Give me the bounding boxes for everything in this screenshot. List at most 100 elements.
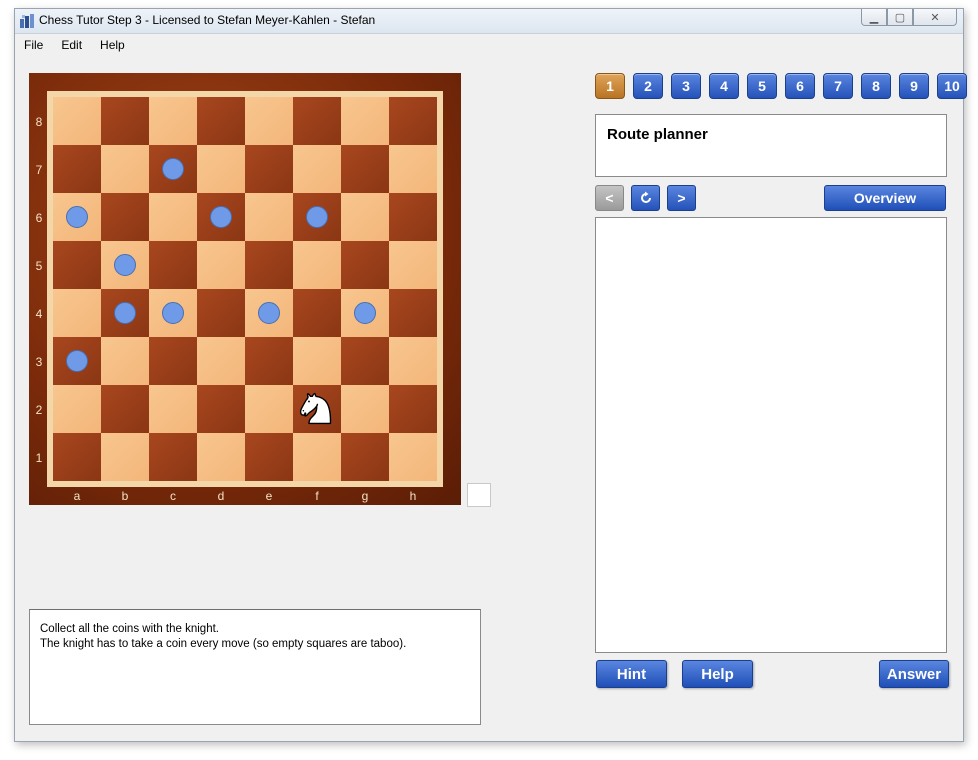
square-c7[interactable] [149, 145, 197, 193]
square-b7[interactable] [101, 145, 149, 193]
menu-help[interactable]: Help [91, 34, 134, 56]
square-f5[interactable] [293, 241, 341, 289]
coin-icon [66, 350, 88, 372]
square-h6[interactable] [389, 193, 437, 241]
previous-button[interactable]: < [595, 185, 624, 211]
exercise-button-9[interactable]: 9 [899, 73, 929, 99]
square-a7[interactable] [53, 145, 101, 193]
square-b2[interactable] [101, 385, 149, 433]
maximize-button[interactable]: ▢ [887, 9, 913, 26]
menu-file[interactable]: File [15, 34, 52, 56]
square-b5[interactable] [101, 241, 149, 289]
square-h2[interactable] [389, 385, 437, 433]
square-e7[interactable] [245, 145, 293, 193]
square-d2[interactable] [197, 385, 245, 433]
title-bar[interactable]: Chess Tutor Step 3 - Licensed to Stefan … [15, 9, 963, 34]
square-d3[interactable] [197, 337, 245, 385]
reset-button[interactable] [631, 185, 660, 211]
exercise-button-8[interactable]: 8 [861, 73, 891, 99]
square-a1[interactable] [53, 433, 101, 481]
square-g1[interactable] [341, 433, 389, 481]
exercise-button-6[interactable]: 6 [785, 73, 815, 99]
square-e8[interactable] [245, 97, 293, 145]
file-label: g [361, 489, 369, 503]
square-b4[interactable] [101, 289, 149, 337]
square-b1[interactable] [101, 433, 149, 481]
menu-edit[interactable]: Edit [52, 34, 91, 56]
square-g7[interactable] [341, 145, 389, 193]
coin-icon [258, 302, 280, 324]
square-f7[interactable] [293, 145, 341, 193]
square-d7[interactable] [197, 145, 245, 193]
square-d5[interactable] [197, 241, 245, 289]
square-g6[interactable] [341, 193, 389, 241]
square-f6[interactable] [293, 193, 341, 241]
rank-label: 7 [35, 163, 43, 177]
square-d4[interactable] [197, 289, 245, 337]
file-label: a [73, 489, 81, 503]
square-g8[interactable] [341, 97, 389, 145]
square-e4[interactable] [245, 289, 293, 337]
square-g2[interactable] [341, 385, 389, 433]
help-button[interactable]: Help [682, 660, 753, 688]
square-h4[interactable] [389, 289, 437, 337]
square-h5[interactable] [389, 241, 437, 289]
square-a6[interactable] [53, 193, 101, 241]
square-e1[interactable] [245, 433, 293, 481]
minimize-button[interactable]: ▁ [861, 9, 887, 26]
square-a2[interactable] [53, 385, 101, 433]
square-d8[interactable] [197, 97, 245, 145]
square-g4[interactable] [341, 289, 389, 337]
square-h1[interactable] [389, 433, 437, 481]
square-b3[interactable] [101, 337, 149, 385]
white-knight-icon[interactable] [295, 387, 337, 429]
exercise-button-4[interactable]: 4 [709, 73, 739, 99]
square-f1[interactable] [293, 433, 341, 481]
exercise-button-3[interactable]: 3 [671, 73, 701, 99]
square-c5[interactable] [149, 241, 197, 289]
exercise-button-1[interactable]: 1 [595, 73, 625, 99]
square-g5[interactable] [341, 241, 389, 289]
square-f4[interactable] [293, 289, 341, 337]
exercise-button-2[interactable]: 2 [633, 73, 663, 99]
square-b6[interactable] [101, 193, 149, 241]
maximize-icon: ▢ [894, 11, 906, 24]
square-e2[interactable] [245, 385, 293, 433]
square-c2[interactable] [149, 385, 197, 433]
square-a8[interactable] [53, 97, 101, 145]
square-c6[interactable] [149, 193, 197, 241]
next-button[interactable]: > [667, 185, 696, 211]
square-f2[interactable] [293, 385, 341, 433]
square-d6[interactable] [197, 193, 245, 241]
chess-board[interactable] [53, 97, 437, 481]
rank-label: 2 [35, 403, 43, 417]
square-e6[interactable] [245, 193, 293, 241]
square-e3[interactable] [245, 337, 293, 385]
side-to-move-indicator [467, 483, 491, 507]
square-g3[interactable] [341, 337, 389, 385]
moves-panel[interactable] [595, 217, 947, 653]
route-planner-panel: Route planner [595, 114, 947, 177]
square-f3[interactable] [293, 337, 341, 385]
square-h3[interactable] [389, 337, 437, 385]
square-a3[interactable] [53, 337, 101, 385]
square-d1[interactable] [197, 433, 245, 481]
close-button[interactable]: ✕ [913, 9, 957, 26]
exercise-button-7[interactable]: 7 [823, 73, 853, 99]
square-c1[interactable] [149, 433, 197, 481]
overview-button[interactable]: Overview [824, 185, 946, 211]
square-f8[interactable] [293, 97, 341, 145]
exercise-button-5[interactable]: 5 [747, 73, 777, 99]
hint-button[interactable]: Hint [596, 660, 667, 688]
square-c8[interactable] [149, 97, 197, 145]
square-b8[interactable] [101, 97, 149, 145]
square-e5[interactable] [245, 241, 293, 289]
square-h7[interactable] [389, 145, 437, 193]
square-a5[interactable] [53, 241, 101, 289]
answer-button[interactable]: Answer [879, 660, 949, 688]
square-c4[interactable] [149, 289, 197, 337]
square-h8[interactable] [389, 97, 437, 145]
square-a4[interactable] [53, 289, 101, 337]
square-c3[interactable] [149, 337, 197, 385]
exercise-button-10[interactable]: 10 [937, 73, 967, 99]
